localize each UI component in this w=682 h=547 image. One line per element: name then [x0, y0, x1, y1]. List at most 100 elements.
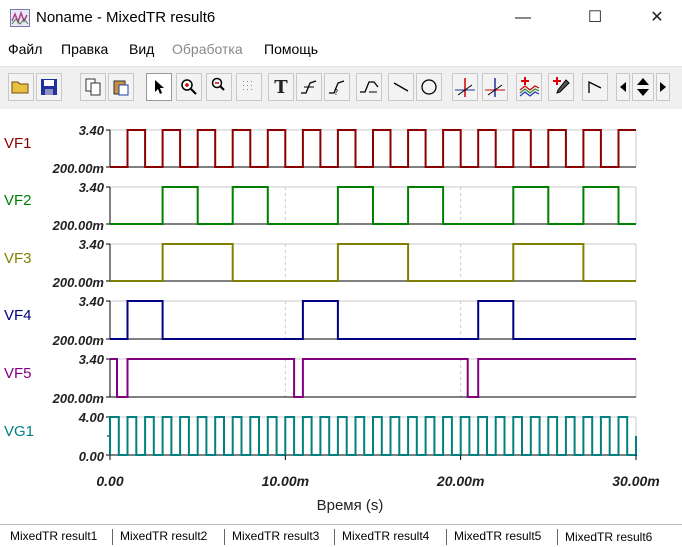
x-tick-label: 20.00m	[436, 473, 484, 489]
y-tick-label: 200.00m	[52, 161, 105, 176]
title-bar: Noname - MixedTR result6 — ☐ ✕	[0, 0, 682, 36]
y-tick-label: 0.00	[79, 449, 105, 464]
grid-icon	[243, 81, 252, 90]
open-icon	[11, 81, 29, 94]
window-title: Noname - MixedTR result6	[36, 9, 216, 26]
cursor-b-icon	[485, 78, 505, 97]
add-curve-icon	[519, 77, 540, 97]
tab-result1[interactable]: MixedTR result1	[10, 529, 97, 543]
x-tick-label: 10.00m	[262, 473, 309, 489]
series-label: VF1	[4, 135, 32, 152]
save-button[interactable]	[36, 73, 62, 101]
pointer-button[interactable]	[146, 73, 172, 101]
series-label: VF2	[4, 192, 32, 209]
line-tool-icon	[393, 82, 409, 92]
series-trace-vf4	[110, 300, 636, 340]
measure-icon	[360, 81, 379, 93]
zoom-in-icon	[181, 79, 197, 95]
scroll-updown-button[interactable]	[632, 73, 654, 101]
menu-bar: Файл Правка Вид Обработка Помощь	[0, 38, 682, 60]
copy-button[interactable]	[80, 73, 106, 101]
y-tick-label: 200.00m	[52, 218, 105, 233]
tab-result6[interactable]: MixedTR result6	[565, 530, 653, 544]
series-trace-vf2	[110, 186, 636, 225]
close-button[interactable]: ✕	[634, 0, 680, 36]
tab-separator	[112, 529, 113, 545]
probe-button[interactable]	[548, 73, 574, 101]
y-tick-label: 3.40	[79, 294, 105, 309]
cursor-help-button[interactable]: ?	[324, 73, 350, 101]
y-tick-label: 200.00m	[52, 333, 105, 348]
scroll-right-button[interactable]	[656, 73, 670, 101]
toolbar: T ?	[0, 66, 682, 109]
tab-separator	[334, 529, 335, 545]
circle-tool-icon	[421, 79, 437, 95]
x-tick-label: 0.00	[96, 473, 123, 489]
x-tick-label: 30.00m	[612, 473, 659, 489]
text-tool-button[interactable]: T	[268, 73, 294, 101]
menu-view[interactable]: Вид	[129, 41, 154, 57]
series-trace-vf5	[110, 358, 636, 398]
y-tick-label: 200.00m	[52, 391, 105, 406]
tab-separator	[446, 529, 447, 545]
zoom-in-button[interactable]	[176, 73, 202, 101]
y-tick-label: 200.00m	[52, 275, 105, 290]
cursor-help-icon: ?	[329, 80, 345, 96]
cursor-tool-icon	[301, 80, 317, 94]
grid-button[interactable]	[236, 73, 262, 101]
series-trace-vf1	[110, 129, 636, 168]
tab-result4[interactable]: MixedTR result4	[342, 529, 429, 543]
series-trace-vg1	[109, 416, 637, 456]
probe-icon	[553, 77, 570, 94]
copy-icon	[85, 78, 101, 96]
minimize-button[interactable]: —	[500, 0, 546, 36]
scroll-right-icon	[660, 82, 666, 92]
paste-icon	[113, 80, 129, 96]
line-tool-button[interactable]	[388, 73, 414, 101]
measure-button[interactable]	[356, 73, 382, 101]
paste-button[interactable]	[108, 73, 134, 101]
menu-help[interactable]: Помощь	[264, 41, 318, 57]
maximize-button[interactable]: ☐	[572, 0, 618, 36]
series-label: VF5	[4, 365, 32, 382]
text-tool-icon: T	[274, 76, 288, 98]
app-icon	[10, 9, 30, 27]
add-curve-button[interactable]	[516, 73, 542, 101]
tab-result3[interactable]: MixedTR result3	[232, 529, 319, 543]
y-tick-label: 3.40	[79, 180, 105, 195]
y-tick-label: 4.00	[78, 410, 105, 425]
series-label: VF4	[4, 307, 32, 324]
step-icon	[588, 80, 602, 93]
cursor-a-button[interactable]	[452, 73, 478, 101]
svg-text:?: ?	[334, 88, 338, 96]
save-icon	[41, 79, 57, 95]
y-tick-label: 3.40	[79, 237, 105, 252]
menu-edit[interactable]: Правка	[61, 41, 108, 57]
step-button[interactable]	[582, 73, 608, 101]
tab-separator	[224, 529, 225, 545]
tab-result2[interactable]: MixedTR result2	[120, 529, 207, 543]
series-trace-vf3	[110, 243, 636, 282]
waveform-plot[interactable]: 3.40 200.00m VF1 3.40 200.00m VF2 3.40 200.00m V…	[0, 110, 682, 522]
pointer-icon	[155, 80, 164, 94]
series-label: VF3	[4, 250, 32, 267]
cursor-a-icon	[455, 78, 475, 97]
menu-process[interactable]: Обработка	[172, 41, 243, 57]
tab-separator	[557, 529, 558, 545]
result-tabs: MixedTR result1 MixedTR result2 MixedTR …	[0, 524, 682, 547]
cursor-b-button[interactable]	[482, 73, 508, 101]
scroll-updown-icon	[637, 78, 649, 96]
scroll-left-icon	[620, 82, 626, 92]
tab-result5[interactable]: MixedTR result5	[454, 529, 541, 543]
menu-file[interactable]: Файл	[8, 41, 42, 57]
y-tick-label: 3.40	[79, 123, 105, 138]
y-tick-label: 3.40	[79, 352, 105, 367]
open-button[interactable]	[8, 73, 34, 101]
scroll-left-button[interactable]	[616, 73, 630, 101]
cursor-tool-button[interactable]	[296, 73, 322, 101]
series-label: VG1	[4, 423, 34, 440]
zoom-100-button[interactable]	[206, 73, 232, 101]
circle-tool-button[interactable]	[416, 73, 442, 101]
x-axis-label: Время (s)	[317, 497, 384, 514]
zoom-100-icon	[211, 77, 225, 91]
